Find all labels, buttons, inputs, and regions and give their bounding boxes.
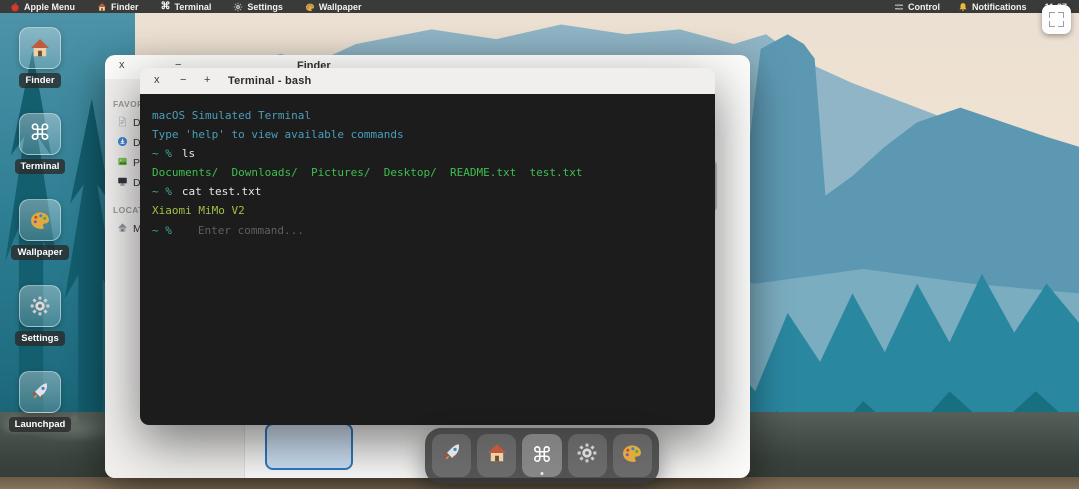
selected-file-tile[interactable] xyxy=(265,423,353,470)
document-icon xyxy=(117,116,128,130)
palette-icon xyxy=(305,2,315,12)
house-icon xyxy=(486,442,508,469)
shortcut-label: Finder xyxy=(19,73,60,88)
terminal-line: macOS Simulated Terminal xyxy=(152,110,703,122)
command-input[interactable] xyxy=(182,224,462,237)
gear-icon xyxy=(19,285,61,327)
terminal-line: ~ %ls xyxy=(152,148,703,160)
glyph-popup xyxy=(1042,5,1071,34)
glyph-fragment xyxy=(1058,21,1064,27)
shortcut-finder[interactable]: Finder xyxy=(14,27,66,88)
dock: ⌘ xyxy=(425,428,659,484)
house-icon xyxy=(97,2,107,12)
shortcut-launchpad[interactable]: Launchpad xyxy=(14,371,66,432)
glyph-fragment xyxy=(1049,21,1055,27)
terminal-body[interactable]: macOS Simulated Terminal Type 'help' to … xyxy=(140,94,715,425)
shortcut-terminal[interactable]: ⌘ Terminal xyxy=(14,113,66,174)
terminal-window: x − + Terminal - bash macOS Simulated Te… xyxy=(140,68,715,425)
menubar-item-notifications[interactable]: Notifications xyxy=(958,2,1027,12)
rocket-icon xyxy=(441,442,463,469)
terminal-line: ~ %cat test.txt xyxy=(152,186,703,198)
menubar-item-label: Notifications xyxy=(972,2,1027,12)
prompt: ~ % xyxy=(152,147,172,160)
shortcut-settings[interactable]: Settings xyxy=(14,285,66,346)
glyph-fragment xyxy=(1049,12,1055,18)
glyph-fragment xyxy=(1058,12,1064,18)
menubar-item-finder[interactable]: Finder xyxy=(97,2,139,12)
menubar-item-apple-menu[interactable]: Apple Menu xyxy=(10,2,75,12)
menubar-item-terminal[interactable]: ⌘ Terminal xyxy=(161,2,212,12)
menubar-item-label: Control xyxy=(908,2,940,12)
dock-item-settings[interactable] xyxy=(568,434,607,477)
active-indicator-dot xyxy=(541,472,544,475)
menubar-item-control[interactable]: Control xyxy=(894,2,940,12)
menubar-item-label: Finder xyxy=(111,2,139,12)
menubar-item-label: Apple Menu xyxy=(24,2,75,12)
shortcut-label: Terminal xyxy=(15,159,66,174)
terminal-line: Documents/ Downloads/ Pictures/ Desktop/… xyxy=(152,167,703,179)
gear-icon xyxy=(233,2,243,12)
prompt: ~ % xyxy=(152,225,172,237)
shortcut-label: Wallpaper xyxy=(11,245,68,260)
rocket-icon xyxy=(19,371,61,413)
command-icon: ⌘ xyxy=(532,445,553,466)
picture-icon xyxy=(117,156,128,170)
window-title: Terminal - bash xyxy=(228,75,311,87)
close-button[interactable]: x xyxy=(119,59,125,71)
zoom-button[interactable]: + xyxy=(204,74,210,86)
close-button[interactable]: x xyxy=(154,74,160,86)
shortcut-label: Launchpad xyxy=(9,417,72,432)
download-icon xyxy=(117,136,128,150)
dock-item-finder[interactable] xyxy=(477,434,516,477)
menubar-item-label: Wallpaper xyxy=(319,2,362,12)
menubar-item-settings[interactable]: Settings xyxy=(233,2,283,12)
shortcut-wallpaper[interactable]: Wallpaper xyxy=(14,199,66,260)
apple-icon xyxy=(10,2,20,12)
dock-item-launchpad[interactable] xyxy=(432,434,471,477)
home-icon xyxy=(117,222,128,236)
dock-item-terminal[interactable]: ⌘ xyxy=(522,434,561,477)
terminal-titlebar: x − + Terminal - bash xyxy=(140,68,715,94)
minimize-button[interactable]: − xyxy=(180,74,186,86)
terminal-input-row: ~ % xyxy=(152,224,703,237)
house-icon xyxy=(19,27,61,69)
command-icon: ⌘ xyxy=(19,113,61,155)
menubar: Apple Menu Finder ⌘ Terminal Settings Wa… xyxy=(0,0,1079,13)
menubar-item-label: Terminal xyxy=(175,2,212,12)
prompt: ~ % xyxy=(152,185,172,198)
palette-icon xyxy=(19,199,61,241)
gear-icon xyxy=(576,442,598,469)
dock-item-wallpaper[interactable] xyxy=(613,434,652,477)
control-icon xyxy=(894,2,904,12)
monitor-icon xyxy=(117,176,128,190)
desktop-screen: Apple Menu Finder ⌘ Terminal Settings Wa… xyxy=(0,0,1079,489)
terminal-line: Type 'help' to view available commands xyxy=(152,129,703,141)
command-icon: ⌘ xyxy=(161,2,171,12)
shortcut-label: Settings xyxy=(15,331,64,346)
menubar-item-wallpaper[interactable]: Wallpaper xyxy=(305,2,362,12)
bell-icon xyxy=(958,2,968,12)
terminal-line: Xiaomi MiMo V2 xyxy=(152,205,703,217)
desktop-shortcuts: Finder ⌘ Terminal Wallpaper Settings Lau… xyxy=(14,27,66,432)
palette-icon xyxy=(621,442,643,469)
menubar-item-label: Settings xyxy=(247,2,283,12)
